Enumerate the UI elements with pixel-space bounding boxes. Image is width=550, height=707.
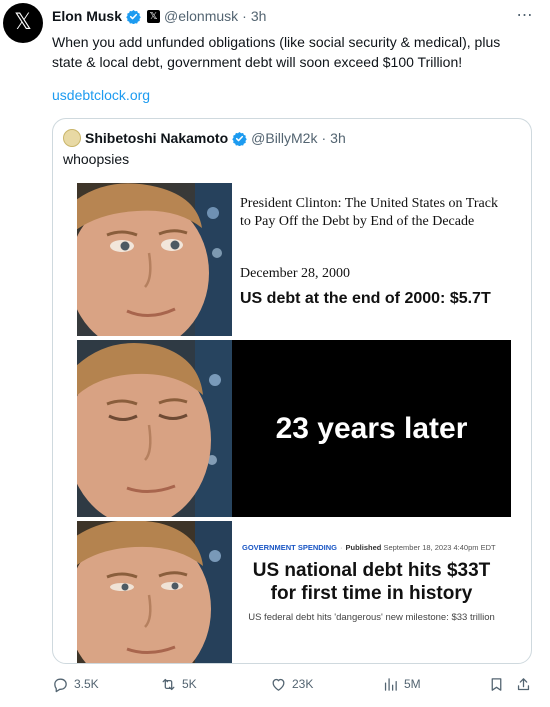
quote-handle[interactable]: @BillyM2k — [251, 130, 317, 146]
more-icon[interactable]: ⋯ — [512, 6, 536, 26]
x-affiliate-icon: 𝕏 — [147, 9, 161, 23]
panel3-subtitle: US federal debt hits 'dangerous' new mil… — [248, 612, 495, 623]
meme-image[interactable]: President Clinton: The United States on … — [77, 183, 511, 663]
quote-text: whoopsies — [63, 151, 130, 167]
quote-avatar[interactable] — [63, 129, 81, 147]
meme-panel-2: 23 years later — [77, 340, 511, 517]
quoted-tweet[interactable]: Shibetoshi Nakamoto @BillyM2k · 3h whoop… — [52, 118, 532, 664]
face-image — [77, 521, 232, 663]
panel3-meta: GOVERNMENT SPENDING · Published September … — [242, 543, 496, 552]
share-icon — [517, 677, 530, 690]
panel3-section: GOVERNMENT SPENDING — [242, 543, 338, 552]
verified-badge-icon — [232, 131, 247, 146]
meme-panel-3: GOVERNMENT SPENDING · Published September … — [77, 521, 511, 663]
separator-dot: · — [321, 130, 327, 146]
repost-button[interactable]: 5K — [160, 672, 197, 696]
face-image — [77, 340, 232, 517]
x-logo-icon: 𝕏 — [14, 10, 32, 35]
panel3-title: US national debt hits $33T for first tim… — [252, 560, 491, 604]
panel1-debt: US debt at the end of 2000: $5.7T — [240, 290, 491, 307]
views-count: 5M — [404, 677, 421, 691]
quote-author-name[interactable]: Shibetoshi Nakamoto — [85, 130, 228, 146]
reply-icon — [54, 678, 67, 692]
tweet-text: When you add unfunded obligations (like … — [52, 34, 501, 70]
like-icon — [272, 678, 285, 691]
bookmark-button[interactable] — [488, 672, 505, 696]
action-bar: 3.5K 5K 23K 5M — [52, 672, 530, 696]
repost-count: 5K — [182, 677, 197, 691]
views-button[interactable]: 5M — [382, 672, 421, 696]
author-handle[interactable]: @elonmusk — [164, 8, 238, 24]
panel3-published-label: Published — [345, 543, 382, 552]
quote-time[interactable]: 3h — [330, 130, 346, 146]
bookmark-icon — [491, 677, 502, 691]
like-button[interactable]: 23K — [270, 672, 313, 696]
share-button[interactable] — [515, 672, 532, 696]
face-image — [77, 183, 232, 336]
quote-header: Shibetoshi Nakamoto @BillyM2k · 3h — [63, 129, 346, 147]
views-icon — [384, 677, 397, 691]
repost-icon — [162, 678, 175, 690]
tweet: 𝕏 Elon Musk 𝕏 @elonmusk · 3h ⋯ When you … — [0, 0, 550, 707]
author-name[interactable]: Elon Musk — [52, 8, 122, 24]
reply-count: 3.5K — [74, 677, 99, 691]
avatar[interactable]: 𝕏 — [3, 3, 43, 43]
panel3-published-date: September 18, 2023 4:40pm EDT — [383, 543, 496, 552]
like-count: 23K — [292, 677, 314, 691]
tweet-header: Elon Musk 𝕏 @elonmusk · 3h — [52, 8, 266, 24]
tweet-link[interactable]: usdebtclock.org — [52, 87, 150, 103]
panel1-headline: President Clinton: The United States on … — [240, 196, 498, 229]
tweet-time[interactable]: 3h — [251, 8, 267, 24]
reply-button[interactable]: 3.5K — [52, 672, 99, 696]
meme-panel-1: President Clinton: The United States on … — [77, 183, 511, 336]
panel2-caption: 23 years later — [275, 411, 468, 445]
verified-badge-icon — [126, 9, 141, 24]
panel1-date: December 28, 2000 — [240, 266, 351, 281]
separator-dot: · — [340, 543, 343, 552]
separator-dot: · — [242, 8, 247, 24]
